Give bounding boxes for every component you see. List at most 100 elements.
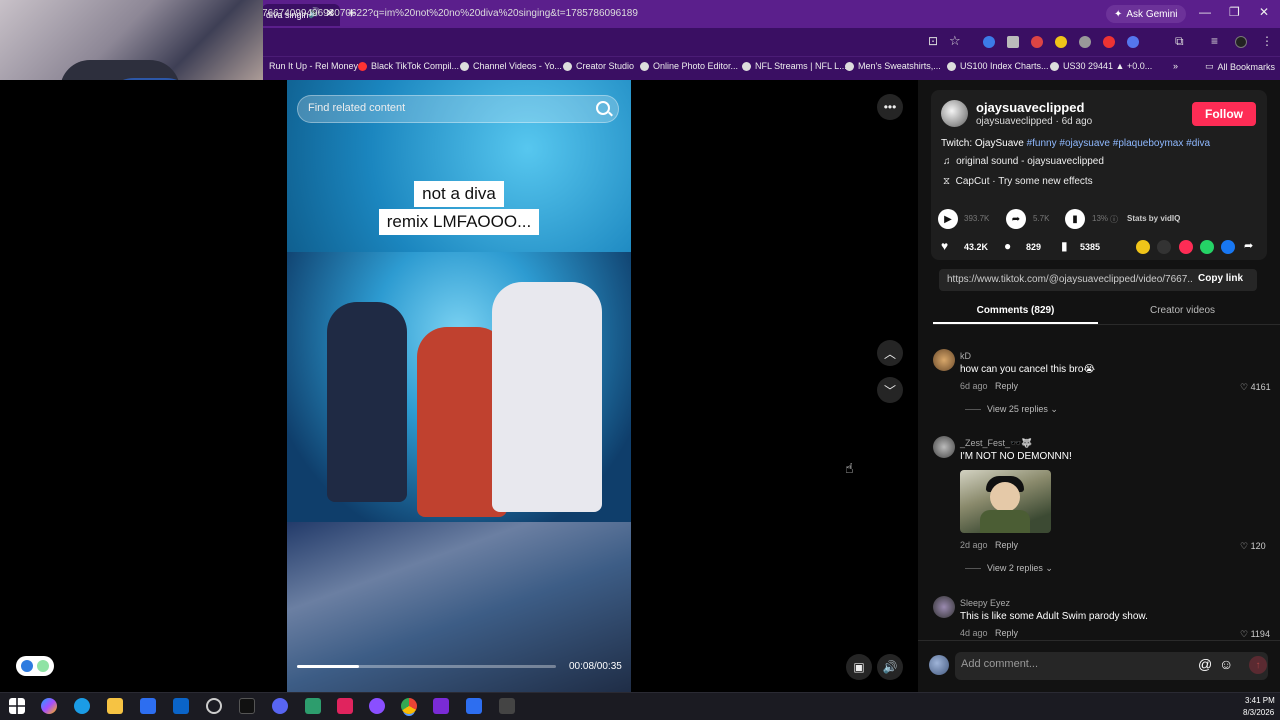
video-progress-bar[interactable] [297, 665, 556, 668]
comment-sticker-image[interactable] [960, 470, 1051, 533]
save-count: 5385 [1080, 242, 1101, 252]
restore-icon[interactable]: ❐ [1229, 5, 1240, 19]
discord-icon[interactable] [272, 698, 288, 714]
reply-link[interactable]: Reply [995, 628, 1018, 638]
send-icon[interactable] [1179, 240, 1193, 254]
bookmarks-overflow-icon[interactable]: » [1173, 61, 1178, 71]
bookmark-item[interactable]: US100 Index Charts... [947, 61, 1049, 71]
previous-video-icon[interactable]: ︿ [877, 340, 903, 366]
more-share-icon[interactable]: ➦ [1244, 239, 1253, 252]
bookmark-star-icon[interactable]: ☆ [949, 33, 961, 49]
facebook-icon[interactable] [1221, 240, 1235, 254]
mail-icon[interactable] [173, 698, 189, 714]
install-icon[interactable]: ⊡ [928, 34, 938, 48]
author-username[interactable]: ojaysuaveclipped [976, 100, 1084, 115]
ask-gemini-button[interactable]: ✦ Ask Gemini [1106, 5, 1186, 23]
tiktok-app-icon[interactable] [337, 698, 353, 714]
bookmark-icon[interactable]: ▮ [1061, 239, 1068, 253]
copy-link-button[interactable]: Copy link [1198, 273, 1243, 284]
video-player[interactable] [287, 80, 631, 692]
chrome-icon[interactable] [401, 698, 417, 714]
minimize-icon[interactable]: — [1199, 5, 1211, 19]
post-comment-button[interactable]: ↑ [1249, 656, 1267, 674]
coin-icon[interactable] [1136, 240, 1150, 254]
extension-icon[interactable] [1031, 36, 1043, 48]
bookmark-item[interactable]: Creator Studio [563, 61, 634, 71]
window-close-icon[interactable]: ✕ [1259, 5, 1269, 19]
author-avatar[interactable] [941, 100, 968, 127]
menu-kebab-icon[interactable]: ⋮ [1261, 34, 1273, 48]
comment-input[interactable] [961, 658, 1191, 670]
sound-link[interactable]: ♫ original sound - ojaysuaveclipped [943, 156, 1104, 167]
commenter-avatar[interactable] [933, 436, 955, 458]
search-input[interactable] [308, 102, 578, 114]
reply-link[interactable]: Reply [995, 381, 1018, 391]
follow-button[interactable]: Follow [1192, 102, 1256, 126]
share-icon[interactable]: ➦ [1006, 209, 1026, 229]
comment-icon[interactable]: ● [1004, 239, 1011, 253]
volume-icon[interactable]: 🔊 [877, 654, 903, 680]
clock-app-icon[interactable] [206, 698, 222, 714]
file-explorer-icon[interactable] [107, 698, 123, 714]
search-icon[interactable] [596, 101, 610, 115]
whatsapp-icon[interactable] [1200, 240, 1214, 254]
comment-like[interactable]: ♡ 1194 [1240, 629, 1270, 640]
commenter-avatar[interactable] [933, 349, 955, 371]
bookmark-item[interactable]: Men's Sweatshirts,... [845, 61, 941, 71]
hashtags[interactable]: #funny #ojaysuave #plaqueboymax #diva [1027, 138, 1210, 149]
app-icon[interactable] [466, 698, 482, 714]
bookmark-item[interactable]: Online Photo Editor... [640, 61, 738, 71]
vidiq-label[interactable]: Stats by vidIQ [1127, 214, 1180, 223]
bookmark-item[interactable]: NFL Streams | NFL L... [742, 61, 847, 71]
next-video-icon[interactable]: ﹀ [877, 377, 903, 403]
epic-games-icon[interactable] [239, 698, 255, 714]
emoji-icon[interactable]: ☺ [1219, 656, 1233, 672]
commenter-avatar[interactable] [933, 596, 955, 618]
embed-icon[interactable] [1157, 240, 1171, 254]
view-replies[interactable]: View 2 replies ⌄ [965, 563, 1053, 574]
copilot-icon[interactable] [41, 698, 57, 714]
commenter-name[interactable]: _Zest_Fest_🕶️🐺 [960, 438, 1032, 449]
bookmark-item[interactable]: Channel Videos - Yo... [460, 61, 562, 71]
store-icon[interactable] [140, 698, 156, 714]
extensions-puzzle-icon[interactable]: ⧉ [1175, 34, 1184, 49]
mention-icon[interactable]: @ [1198, 656, 1212, 672]
extension-icon[interactable] [1055, 36, 1067, 48]
commenter-name[interactable]: Sleepy Eyez [960, 598, 1010, 608]
video-link[interactable]: https://www.tiktok.com/@ojaysuaveclipped… [947, 274, 1192, 285]
reading-list-icon[interactable]: ≡ [1211, 34, 1218, 48]
view-replies[interactable]: View 25 replies ⌄ [965, 404, 1058, 415]
extension-icon[interactable] [983, 36, 995, 48]
app-icon[interactable] [369, 698, 385, 714]
bookmark-item[interactable]: Run It Up - Rel Money [269, 61, 358, 71]
tradingview-icon[interactable] [433, 698, 449, 714]
extension-icon[interactable] [1127, 36, 1139, 48]
more-options-icon[interactable]: ••• [877, 94, 903, 120]
bookmark-item[interactable]: Black TikTok Compil... [358, 61, 459, 71]
clock-date[interactable]: 8/3/2026 [1243, 708, 1274, 717]
floating-toggle[interactable] [16, 656, 54, 676]
extension-icon[interactable] [1007, 36, 1019, 48]
comment-like[interactable]: ♡ 120 [1240, 541, 1266, 552]
clock-time[interactable]: 3:41 PM [1245, 696, 1275, 705]
extension-icon[interactable] [1079, 36, 1091, 48]
app-icon[interactable] [305, 698, 321, 714]
picture-in-picture-icon[interactable]: ▣ [846, 654, 872, 680]
profile-avatar[interactable] [1235, 36, 1247, 48]
comment-like[interactable]: ♡ 4161 [1240, 382, 1271, 393]
info-icon[interactable]: ⓘ [1110, 214, 1118, 225]
extension-icon[interactable] [1103, 36, 1115, 48]
bookmark-item[interactable]: US30 29441 ▲ +0.0... [1050, 61, 1152, 71]
url-text[interactable]: 766740994969307062​2?q=im%20not%20no%20d… [262, 8, 638, 19]
app-icon[interactable] [499, 698, 515, 714]
edge-icon[interactable] [74, 698, 90, 714]
reply-link[interactable]: Reply [995, 540, 1018, 550]
tab-comments[interactable]: Comments (829) [933, 305, 1098, 316]
all-bookmarks[interactable]: ▭ All Bookmarks [1205, 61, 1275, 72]
commenter-name[interactable]: kD [960, 351, 971, 361]
stats-bar-icon[interactable]: ▮ [1065, 209, 1085, 229]
heart-icon[interactable]: ♥ [941, 239, 948, 253]
tab-creator-videos[interactable]: Creator videos [1100, 305, 1265, 316]
find-related-search[interactable] [297, 95, 619, 123]
capcut-link[interactable]: ⧖ CapCut · Try some new effects [943, 176, 1093, 187]
